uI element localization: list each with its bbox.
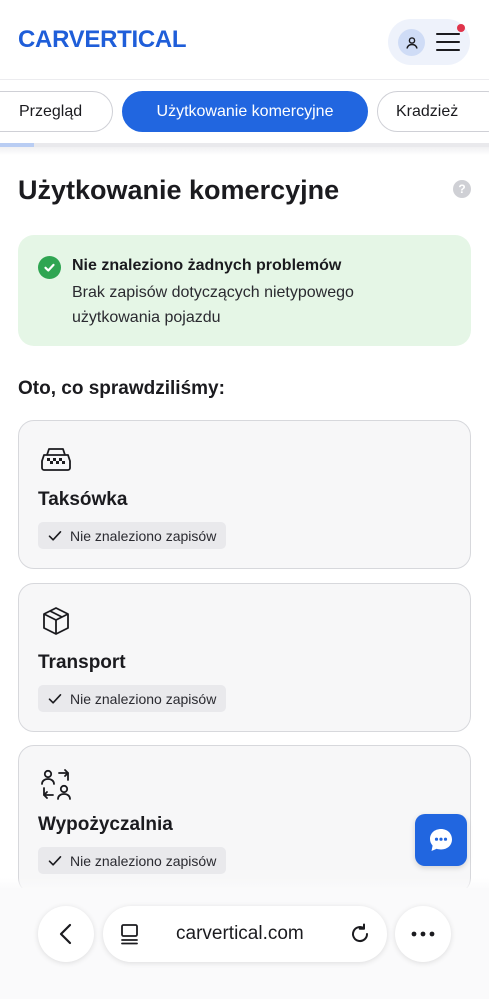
alert-title: Nie znaleziono żadnych problemów [72, 257, 342, 274]
checks-heading: Oto, co sprawdziliśmy: [18, 378, 225, 399]
card-title: Wypożyczalnia [38, 814, 173, 835]
tab-kradziez[interactable]: Kradzież [377, 91, 489, 132]
check-card-taxi: Taksówka Nie znaleziono zapisów [18, 420, 471, 569]
card-title: Taksówka [38, 489, 128, 510]
alert-description: Brak zapisów dotyczących nietypowego uży… [72, 284, 354, 326]
page-title: Użytkowanie komercyjne [18, 175, 340, 205]
section-tabs: Przegląd Użytkowanie komercyjne Kradzież [0, 80, 489, 146]
status-text: Nie znaleziono zapisów [70, 690, 217, 707]
chat-bubble-icon[interactable] [415, 814, 467, 866]
account-menu-pill[interactable] [388, 19, 470, 65]
reload-icon[interactable] [348, 922, 372, 946]
user-icon[interactable] [398, 29, 425, 56]
hamburger-menu-icon[interactable] [436, 24, 465, 53]
check-circle-icon [38, 256, 61, 279]
notification-dot [457, 24, 465, 32]
checkmark-icon [48, 530, 62, 542]
success-alert: Nie znaleziono żadnych problemów Brak za… [18, 235, 471, 346]
status-badge: Nie znaleziono zapisów [38, 847, 227, 874]
check-card-transport: Transport Nie znaleziono zapisów [18, 583, 471, 732]
status-badge: Nie znaleziono zapisów [38, 522, 227, 549]
tab-przeglad[interactable]: Przegląd [0, 91, 113, 132]
box-icon [39, 605, 73, 639]
taxi-icon [39, 442, 73, 476]
app-header: CARVERTICAL [0, 0, 489, 80]
checkmark-icon [48, 693, 62, 705]
carvertical-logo[interactable]: CARVERTICAL [18, 25, 187, 55]
status-text: Nie znaleziono zapisów [70, 852, 217, 869]
rental-swap-icon [39, 767, 73, 801]
check-card-rental: Wypożyczalnia Nie znaleziono zapisów [18, 745, 471, 894]
card-title: Transport [38, 652, 126, 673]
tab-list-icon[interactable] [120, 923, 140, 945]
address-bar[interactable]: carvertical.com [103, 906, 387, 962]
status-text: Nie znaleziono zapisów [70, 527, 217, 544]
tab-uzytkowanie-komercyjne[interactable]: Użytkowanie komercyjne [122, 91, 368, 132]
url-text[interactable]: carvertical.com [176, 922, 304, 946]
tabs-shadow [0, 147, 489, 155]
more-dots-icon[interactable] [395, 906, 451, 962]
status-badge: Nie znaleziono zapisów [38, 685, 227, 712]
help-icon[interactable]: ? [453, 180, 471, 198]
checkmark-icon [48, 855, 62, 867]
chevron-left-icon[interactable] [38, 906, 94, 962]
